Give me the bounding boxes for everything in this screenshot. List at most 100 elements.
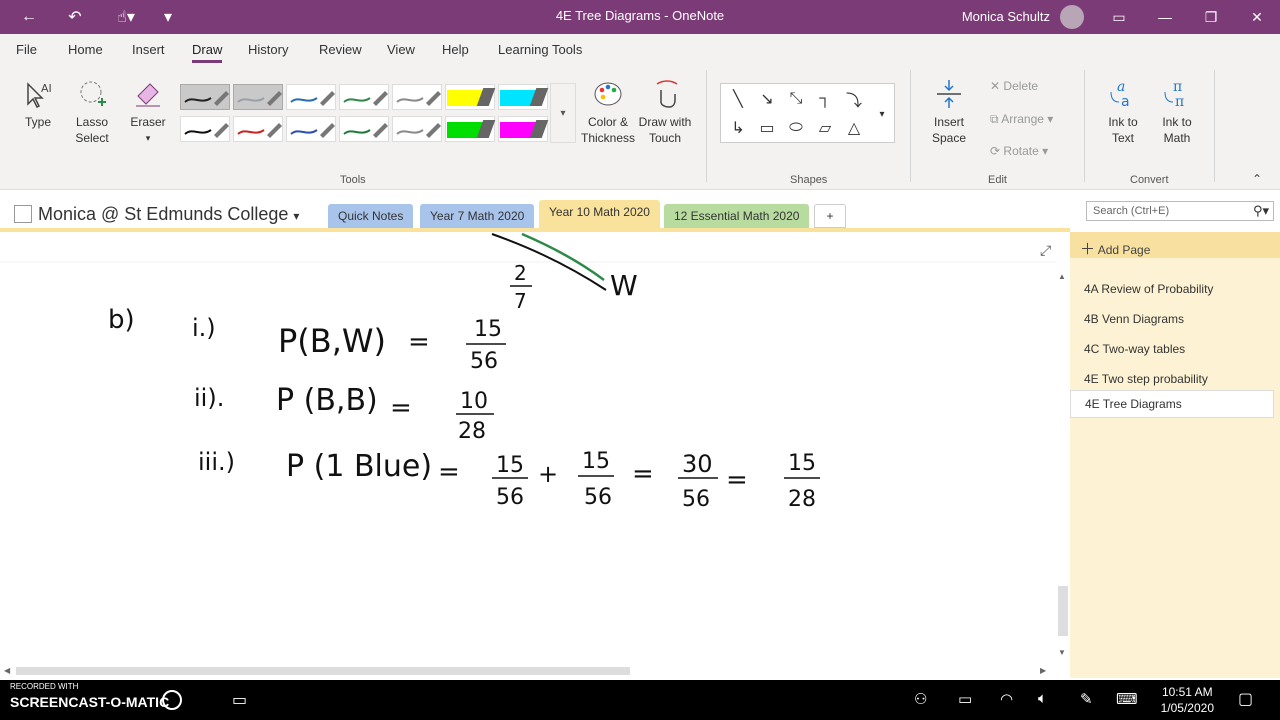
wifi-icon[interactable]: ◠ [1000, 690, 1013, 708]
triangle-shape-icon[interactable]: △ [839, 113, 869, 143]
scroll-down-icon[interactable]: ▼ [1058, 648, 1066, 657]
pen-swatch[interactable] [392, 84, 442, 110]
menu-file[interactable]: File [16, 42, 37, 57]
pen-swatch[interactable] [180, 116, 230, 142]
insert-space-button[interactable]: Insert Space [924, 78, 974, 146]
pen-swatch[interactable] [498, 116, 549, 142]
fraction-numerator: 15 [788, 451, 816, 476]
undo-icon[interactable]: ↶ [60, 0, 90, 34]
menu-review[interactable]: Review [319, 42, 362, 57]
lasso-icon [80, 81, 106, 106]
tab-year-10-math[interactable]: Year 10 Math 2020 [539, 200, 660, 230]
color-thickness-button[interactable]: Color & Thickness [580, 78, 636, 146]
customize-qat-icon[interactable]: ▾ [156, 0, 180, 34]
tab-year-7-math[interactable]: Year 7 Math 2020 [420, 204, 535, 228]
arrange-button[interactable]: ⧉ Arrange ▾ [990, 112, 1053, 127]
corner-arrow-shape-icon[interactable]: ↳ [723, 113, 753, 143]
pen-swatch[interactable] [445, 84, 496, 110]
keyboard-icon[interactable]: ⌨ [1116, 690, 1138, 708]
arrow-shape-icon[interactable]: ↘ [752, 84, 782, 114]
pen-swatch[interactable] [445, 116, 496, 142]
search-circle-icon[interactable] [162, 690, 182, 710]
tab-12-essential-math[interactable]: 12 Essential Math 2020 [664, 204, 810, 228]
pen-gallery-more-button[interactable]: ▾ [550, 83, 576, 143]
pen-icon[interactable]: ✎ [1080, 690, 1093, 708]
type-button[interactable]: AI Type [18, 78, 58, 130]
probability-expression: P(B,W) [278, 322, 386, 360]
menu-home[interactable]: Home [68, 42, 103, 57]
pen-swatch[interactable] [339, 116, 389, 142]
pen-swatch[interactable] [233, 84, 283, 110]
horizontal-scrollbar[interactable]: ◀ ▶ [0, 664, 1056, 678]
pages-pane: ＋ Add Page 4A Review of Probability 4B V… [1070, 232, 1280, 678]
page-item[interactable]: 4A Review of Probability [1070, 276, 1274, 302]
notebook-picker[interactable]: Monica @ St Edmunds College ▾ [14, 204, 299, 225]
battery-icon[interactable]: ▭ [958, 690, 972, 708]
palette-icon [594, 82, 622, 106]
menu-history[interactable]: History [248, 42, 288, 57]
rotate-button[interactable]: ⟳ Rotate ▾ [990, 144, 1048, 158]
axis-arrow-shape-icon[interactable]: ⤵ [839, 84, 869, 114]
ribbon-display-icon[interactable]: ▭ [1096, 0, 1142, 34]
page-item[interactable]: 4C Two-way tables [1070, 336, 1274, 362]
scroll-thumb[interactable] [1058, 586, 1068, 636]
parallelogram-shape-icon[interactable]: ▱ [810, 113, 840, 143]
scroll-right-icon[interactable]: ▶ [1040, 666, 1046, 675]
back-icon[interactable]: ← [14, 0, 44, 34]
restore-button[interactable]: ❐ [1188, 0, 1234, 34]
volume-icon[interactable]: 🔈︎ [1038, 690, 1047, 707]
pen-swatch[interactable] [233, 116, 283, 142]
note-canvas[interactable]: 2 7 W b) i.) P(B,W) = 15 56 ii). P (B,B)… [0, 232, 1056, 664]
equals-sign: = [390, 393, 412, 423]
collapse-ribbon-icon[interactable]: ⌃ [1252, 172, 1262, 186]
pen-swatch[interactable] [498, 84, 549, 110]
menu-learning-tools[interactable]: Learning Tools [498, 42, 582, 57]
scroll-thumb[interactable] [16, 667, 630, 675]
menu-bar: File Home Insert Draw History Review Vie… [0, 34, 1280, 64]
lasso-select-button[interactable]: Lasso Select [70, 78, 114, 146]
page-item-selected[interactable]: 4E Tree Diagrams [1070, 390, 1274, 418]
pen-swatch[interactable] [339, 84, 389, 110]
search-input[interactable]: Search (Ctrl+E) ⚲▾ [1086, 201, 1274, 221]
menu-draw[interactable]: Draw [192, 42, 223, 63]
avatar[interactable] [1060, 5, 1084, 29]
add-page-button[interactable]: ＋ Add Page [1070, 232, 1280, 258]
menu-view[interactable]: View [387, 42, 415, 57]
clock[interactable]: 10:51 AM 1/05/2020 [1161, 684, 1214, 716]
shapes-more-button[interactable]: ▾ [871, 99, 893, 129]
fraction-numerator: 15 [496, 453, 524, 478]
pen-swatch[interactable] [286, 116, 336, 142]
menu-insert[interactable]: Insert [132, 42, 165, 57]
minimize-button[interactable]: — [1142, 0, 1188, 34]
page-item[interactable]: 4E Two step probability [1070, 366, 1274, 392]
double-arrow-shape-icon[interactable]: ⤡ [781, 84, 811, 114]
tab-quick-notes[interactable]: Quick Notes [328, 204, 414, 228]
notification-icon[interactable]: ▢ [1238, 689, 1253, 709]
expand-icon[interactable]: ⤢ [1040, 242, 1051, 259]
touch-mode-icon[interactable]: ☝▾ [106, 0, 146, 34]
pen-swatch[interactable] [286, 84, 336, 110]
scroll-left-icon[interactable]: ◀ [4, 666, 10, 675]
scroll-up-icon[interactable]: ▲ [1058, 272, 1066, 281]
people-icon[interactable]: ⚇ [914, 690, 927, 708]
pen-swatch[interactable] [180, 84, 230, 110]
rectangle-shape-icon[interactable]: ▭ [752, 113, 782, 143]
pen-swatch[interactable] [392, 116, 442, 142]
ink-to-text-icon: aa [1110, 79, 1130, 110]
delete-button[interactable]: ✕ Delete [990, 79, 1038, 93]
page-item[interactable]: 4B Venn Diagrams [1070, 306, 1274, 332]
task-view-icon[interactable]: ▭ [232, 690, 247, 710]
eraser-button[interactable]: Eraser ▾ [126, 78, 170, 146]
axis-shape-icon[interactable]: ┐ [810, 84, 840, 114]
draw-with-touch-button[interactable]: Draw with Touch [636, 78, 694, 146]
line-shape-icon[interactable]: ╲ [723, 84, 753, 114]
touch-draw-icon [656, 80, 678, 108]
vertical-scrollbar[interactable]: ▲ ▼ [1056, 270, 1070, 664]
ink-to-text-button[interactable]: aa Ink to Text [1100, 78, 1146, 146]
close-button[interactable]: ✕ [1234, 0, 1280, 34]
menu-help[interactable]: Help [442, 42, 469, 57]
ink-to-math-button[interactable]: ππ Ink to Math [1154, 78, 1200, 146]
divider [910, 70, 911, 182]
add-section-button[interactable]: + [814, 204, 846, 228]
ellipse-shape-icon[interactable]: ⬭ [781, 113, 811, 143]
